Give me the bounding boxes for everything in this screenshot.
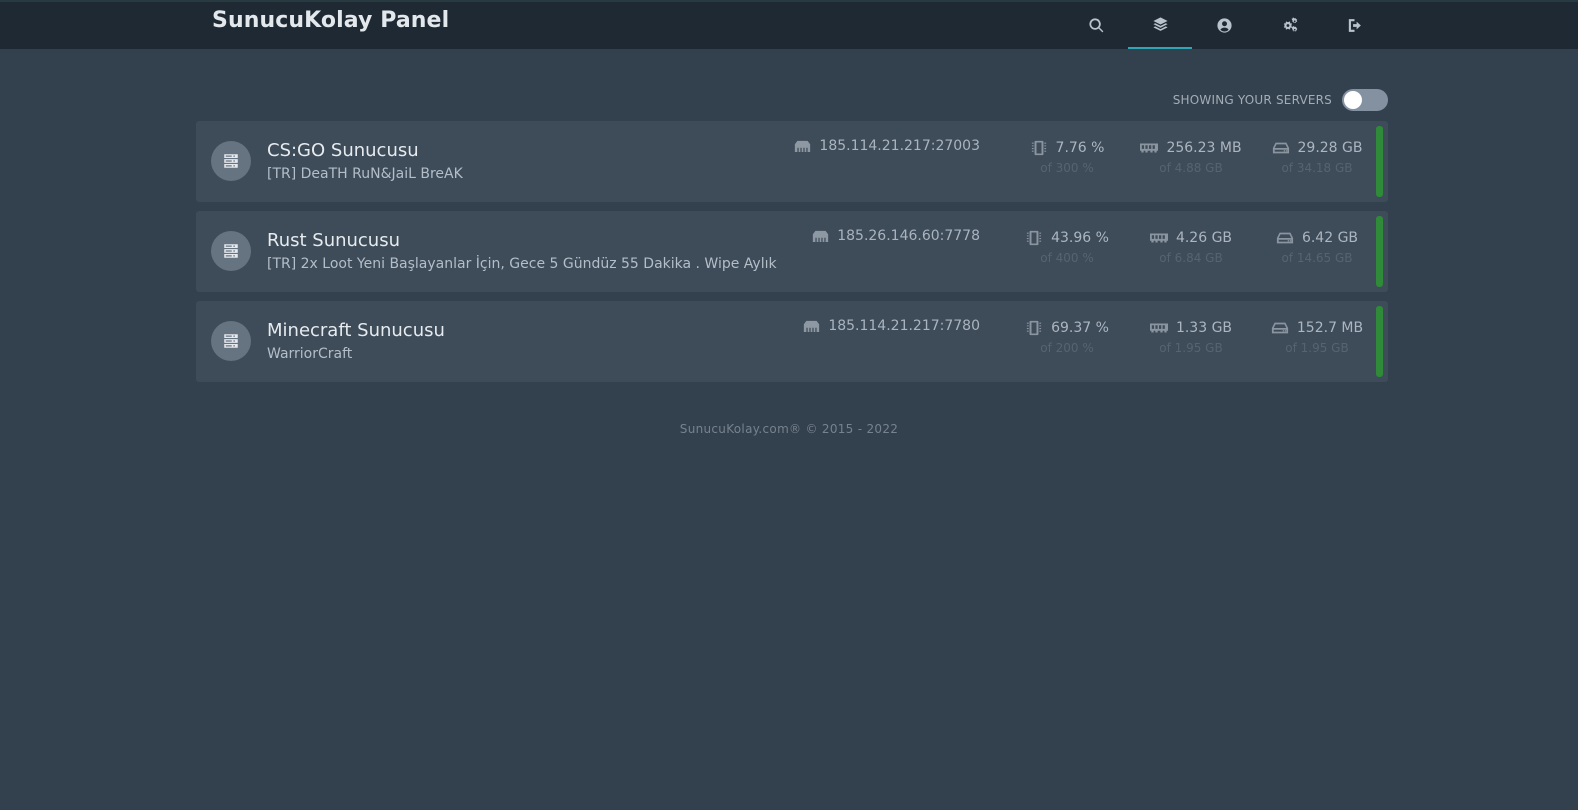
server-status-indicator <box>1376 126 1383 197</box>
microchip-icon <box>1031 140 1046 156</box>
cpu-usage-value: 7.76 % <box>1055 140 1105 156</box>
server-description: WarriorCraft <box>267 346 353 362</box>
disk-usage-value: 6.42 GB <box>1301 230 1359 246</box>
memory-icon <box>1140 143 1159 153</box>
search-icon <box>1088 18 1103 33</box>
sign-out-icon <box>1348 19 1361 32</box>
microchip-icon <box>1026 230 1042 246</box>
server-icon <box>224 154 238 168</box>
server-status-indicator <box>1376 216 1383 287</box>
brand-title[interactable]: SunucuKolay Panel <box>212 8 449 33</box>
server-address-text: 185.26.146.60:7778 <box>837 228 980 244</box>
nav-servers-button[interactable] <box>1128 2 1192 49</box>
memory-limit: of 6.84 GB <box>1159 251 1223 265</box>
server-icon <box>224 334 238 348</box>
disk-limit: of 1.95 GB <box>1285 341 1349 355</box>
disk-usage-value: 29.28 GB <box>1297 140 1363 156</box>
show-all-servers-toggle[interactable] <box>1342 89 1388 111</box>
server-description: [TR] 2x Loot Yeni Başlayanlar İçin, Gece… <box>267 256 777 272</box>
memory-usage: 1.33 GB of 1.95 GB <box>1136 320 1246 355</box>
disk-limit: of 34.18 GB <box>1281 161 1353 175</box>
hdd-icon <box>1272 142 1289 154</box>
cpu-limit: of 200 % <box>1040 341 1094 355</box>
nav-search-button[interactable] <box>1064 2 1128 49</box>
memory-usage-value: 4.26 GB <box>1175 230 1233 246</box>
server-address-text: 185.114.21.217:7780 <box>828 318 980 334</box>
server-address-text: 185.114.21.217:27003 <box>819 138 980 154</box>
disk-usage: 29.28 GB of 34.18 GB <box>1262 140 1372 175</box>
server-description: [TR] DeaTH RuN&JaiL BreAK <box>267 166 463 182</box>
cpu-usage-value: 43.96 % <box>1051 230 1109 246</box>
disk-usage: 6.42 GB of 14.65 GB <box>1262 230 1372 265</box>
memory-limit: of 4.88 GB <box>1159 161 1223 175</box>
memory-usage: 4.26 GB of 6.84 GB <box>1136 230 1246 265</box>
cpu-limit: of 400 % <box>1040 251 1094 265</box>
server-name[interactable]: Rust Sunucusu <box>267 230 400 251</box>
toggle-knob <box>1344 91 1362 109</box>
server-card[interactable]: Minecraft Sunucusu WarriorCraft 185.114.… <box>196 301 1388 382</box>
memory-icon <box>1149 233 1168 243</box>
user-circle-icon <box>1216 18 1232 33</box>
server-address: 185.114.21.217:27003 <box>794 138 980 154</box>
hdd-icon <box>1276 232 1294 244</box>
server-card[interactable]: CS:GO Sunucusu [TR] DeaTH RuN&JaiL BreAK… <box>196 121 1388 202</box>
hdd-icon <box>1271 322 1288 334</box>
server-name[interactable]: Minecraft Sunucusu <box>267 320 445 341</box>
cpu-usage: 69.37 % of 200 % <box>1012 320 1122 355</box>
server-address: 185.114.21.217:7780 <box>803 318 980 334</box>
cpu-limit: of 300 % <box>1040 161 1094 175</box>
cpu-usage: 43.96 % of 400 % <box>1012 230 1122 265</box>
memory-usage-value: 1.33 GB <box>1175 320 1233 336</box>
server-name[interactable]: CS:GO Sunucusu <box>267 140 419 161</box>
server-icon <box>224 244 238 258</box>
ethernet-icon <box>804 320 820 332</box>
server-card[interactable]: Rust Sunucusu [TR] 2x Loot Yeni Başlayan… <box>196 211 1388 292</box>
cpu-usage-value: 69.37 % <box>1051 320 1109 336</box>
server-avatar <box>211 321 251 361</box>
server-status-indicator <box>1376 306 1383 377</box>
memory-icon <box>1149 323 1168 333</box>
server-filter-label: SHOWING YOUR SERVERS <box>1172 93 1332 107</box>
memory-limit: of 1.95 GB <box>1159 341 1223 355</box>
memory-usage: 256.23 MB of 4.88 GB <box>1136 140 1246 175</box>
ethernet-icon <box>813 230 829 242</box>
disk-usage: 152.7 MB of 1.95 GB <box>1262 320 1372 355</box>
ethernet-icon <box>795 140 811 152</box>
server-address: 185.26.146.60:7778 <box>812 228 980 244</box>
disk-limit: of 14.65 GB <box>1281 251 1353 265</box>
server-avatar <box>211 231 251 271</box>
memory-usage-value: 256.23 MB <box>1166 140 1242 156</box>
server-list: CS:GO Sunucusu [TR] DeaTH RuN&JaiL BreAK… <box>196 121 1388 391</box>
server-avatar <box>211 141 251 181</box>
layers-icon <box>1152 17 1168 31</box>
nav-logout-button[interactable] <box>1322 2 1386 49</box>
nav-admin-button[interactable] <box>1258 2 1322 49</box>
nav-account-button[interactable] <box>1192 2 1256 49</box>
server-filter: SHOWING YOUR SERVERS <box>1173 89 1388 111</box>
cpu-usage: 7.76 % of 300 % <box>1012 140 1122 175</box>
footer-copyright: SunucuKolay.com® © 2015 - 2022 <box>679 422 899 436</box>
microchip-icon <box>1026 320 1042 336</box>
cogs-icon <box>1283 17 1297 32</box>
top-navigation-bar: SunucuKolay Panel <box>0 0 1578 49</box>
disk-usage-value: 152.7 MB <box>1296 320 1364 336</box>
